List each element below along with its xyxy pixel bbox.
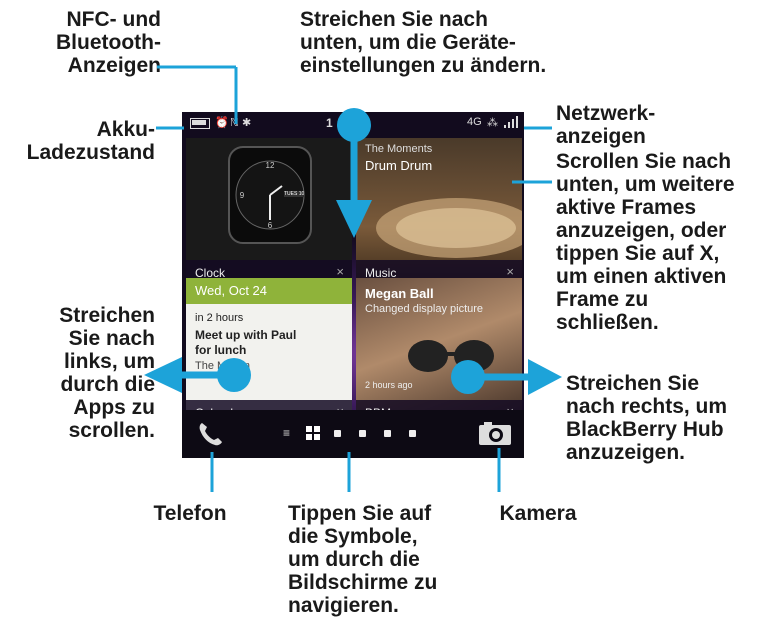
drum-image <box>376 198 522 258</box>
page-dot[interactable] <box>409 430 416 437</box>
alarm-icon: ⏰ <box>215 117 229 129</box>
callout-swipe-left: Streichen Sie nach links, um durch die A… <box>59 304 155 442</box>
callout-swipe-right: Streichen Sie nach rechts, um BlackBerry… <box>566 372 728 464</box>
active-frame-clock[interactable]: 12 6 9 TUES 10 Clock × <box>186 138 352 286</box>
active-frame-music[interactable]: The Moments Drum Drum Music × <box>356 138 522 286</box>
camera-icon[interactable] <box>478 420 512 446</box>
svg-text:9: 9 <box>240 191 245 200</box>
calendar-location: The Motion <box>195 360 251 372</box>
callout-network: Netzwerk- anzeigen <box>556 102 656 148</box>
callout-camera: Kamera <box>499 502 577 525</box>
network-type: 4G <box>467 116 482 128</box>
bbm-name: Megan Ball <box>365 286 434 301</box>
page-dot[interactable] <box>384 430 391 437</box>
calendar-event: Meet up with Paul for lunch <box>195 328 297 357</box>
page-dot[interactable] <box>334 430 341 437</box>
calendar-date: Wed, Oct 24 <box>186 278 352 304</box>
grid-icon[interactable] <box>306 426 320 440</box>
analog-clock-icon: 12 6 9 <box>228 146 312 244</box>
callout-icons: Tippen Sie auf die Symbole, um durch die… <box>288 502 438 617</box>
nfc-icon: ℕ <box>230 117 239 129</box>
svg-text:12: 12 <box>266 161 275 170</box>
callout-battery: Akku- Ladezustand <box>26 118 155 164</box>
calendar-when: in 2 hours <box>195 312 244 324</box>
device-screen: ⏰ ℕ ✱ 1 4G ⁂ 12 6 9 TUES 10 Clock × The … <box>182 112 524 458</box>
active-frame-bbm[interactable]: Megan Ball Changed display picture 2 hou… <box>356 278 522 426</box>
signal-icon <box>504 116 520 130</box>
callout-swipe-down: Streichen Sie nach unten, um die Geräte-… <box>300 8 547 77</box>
active-frame-calendar[interactable]: Wed, Oct 24 in 2 hours Meet up with Paul… <box>186 278 352 426</box>
bbm-time: 2 hours ago <box>365 380 413 390</box>
bbm-status: Changed display picture <box>365 303 484 315</box>
battery-icon <box>190 118 210 129</box>
clock-date-badge: TUES 10 <box>284 191 305 197</box>
callout-phone: Telefon <box>153 502 227 525</box>
dock: ≡ <box>182 410 524 458</box>
close-icon[interactable]: × <box>506 264 514 279</box>
svg-text:6: 6 <box>268 221 273 230</box>
bluetooth-icon: ✱ <box>242 117 252 129</box>
clock-time: 1 <box>326 116 333 130</box>
callout-nfc-bluetooth: NFC- und Bluetooth- Anzeigen <box>56 8 161 77</box>
phone-icon[interactable] <box>196 420 224 448</box>
close-icon[interactable]: × <box>336 264 344 279</box>
list-view-icon[interactable]: ≡ <box>283 426 290 440</box>
callout-scroll-frames: Scrollen Sie nach unten, um weitere akti… <box>556 150 735 334</box>
page-dot[interactable] <box>359 430 366 437</box>
bbm-status-icon: ⁂ <box>487 117 498 129</box>
